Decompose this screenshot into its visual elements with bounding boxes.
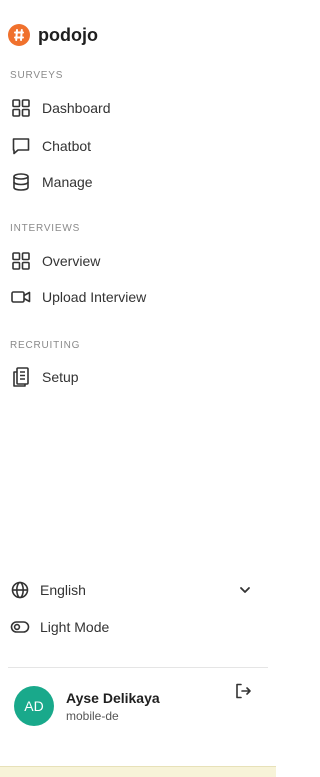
language-label: English (40, 582, 86, 598)
toggle-icon (10, 617, 30, 637)
grid-icon (10, 97, 32, 119)
chat-bubble-icon (10, 135, 32, 157)
nav-item-label: Manage (42, 174, 93, 190)
logout-icon[interactable] (234, 682, 252, 700)
brand-name: podojo (38, 24, 98, 45)
user-name: Ayse Delikaya (66, 689, 160, 706)
bottom-bar (0, 766, 276, 777)
chevron-down-icon[interactable] (238, 583, 252, 597)
database-icon (10, 171, 32, 193)
nav-item-label: Setup (42, 369, 79, 385)
document-clipboard-icon (10, 366, 32, 388)
nav-item-label: Dashboard (42, 100, 111, 116)
section-label-interviews: INTERVIEWS (10, 223, 81, 234)
divider (8, 667, 268, 668)
nav-item-upload-interview[interactable]: Upload Interview (10, 286, 146, 308)
nav-item-label: Chatbot (42, 138, 92, 154)
theme-toggle[interactable]: Light Mode (10, 617, 109, 637)
user-profile[interactable]: AD Ayse Delikaya mobile-de (14, 686, 160, 726)
nav-item-label: Upload Interview (42, 289, 147, 305)
theme-mode-label: Light Mode (40, 619, 110, 635)
podojo-logo-icon (8, 24, 30, 46)
nav-item-overview[interactable]: Overview (10, 250, 100, 272)
video-camera-icon (10, 286, 32, 308)
nav-item-label: Overview (42, 253, 101, 269)
globe-icon (10, 580, 30, 600)
grid-icon (10, 250, 32, 272)
nav-item-chatbot[interactable]: Chatbot (10, 135, 91, 157)
nav-item-setup[interactable]: Setup (10, 366, 79, 388)
nav-item-manage[interactable]: Manage (10, 171, 93, 193)
nav-item-dashboard[interactable]: Dashboard (10, 97, 111, 119)
brand[interactable]: podojo (8, 24, 98, 46)
language-selector[interactable]: English (10, 580, 252, 600)
section-label-surveys: SURVEYS (10, 70, 64, 81)
avatar: AD (14, 686, 54, 726)
user-org: mobile-de (66, 708, 119, 723)
section-label-recruiting: RECRUITING (10, 340, 81, 351)
